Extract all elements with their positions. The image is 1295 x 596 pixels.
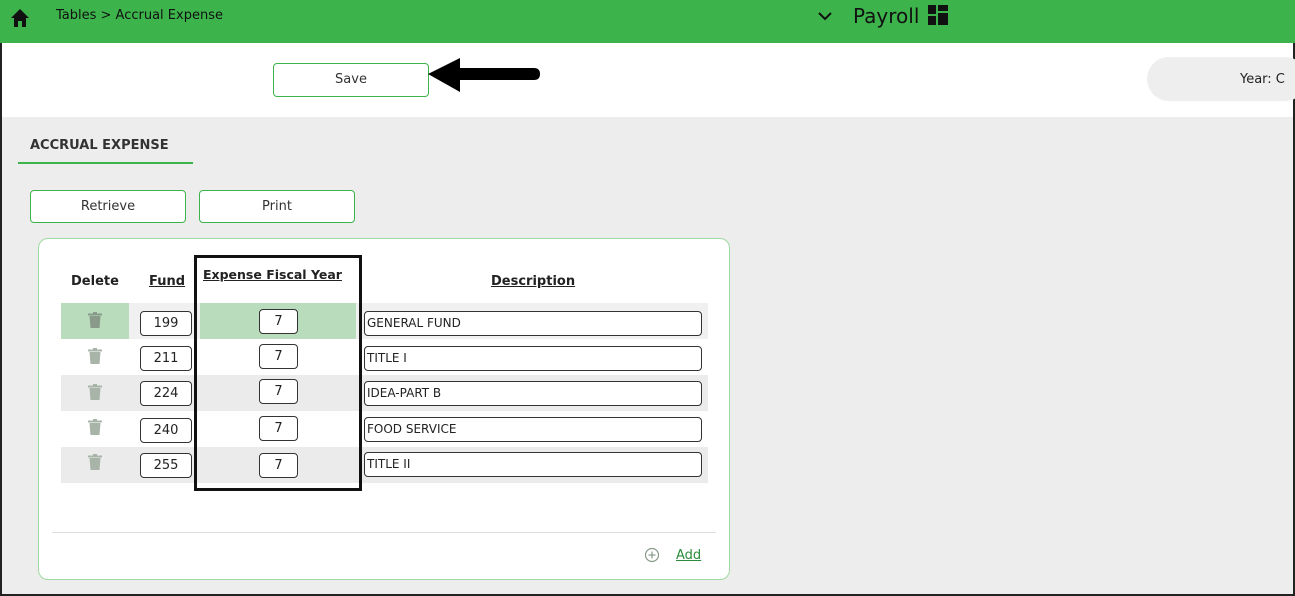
year-label: Year: C (1240, 72, 1285, 87)
col-header-fund[interactable]: Fund (149, 274, 185, 289)
description-input[interactable]: IDEA-PART B (364, 381, 702, 406)
tab-underline (18, 162, 193, 164)
arrow-annotation (428, 58, 540, 92)
grid-icon[interactable] (928, 5, 948, 25)
description-input[interactable]: FOOD SERVICE (364, 417, 702, 442)
trash-icon[interactable] (88, 384, 102, 400)
add-row-link[interactable]: Add (676, 548, 701, 563)
save-button[interactable]: Save (273, 63, 429, 97)
description-input[interactable]: GENERAL FUND (364, 311, 702, 336)
trash-icon[interactable] (88, 348, 102, 364)
fund-input[interactable]: 199 (140, 311, 192, 336)
trash-icon[interactable] (88, 312, 102, 328)
description-input[interactable]: TITLE II (364, 452, 702, 477)
home-icon[interactable] (10, 8, 30, 28)
chevron-down-icon[interactable] (818, 10, 832, 22)
toolbar (2, 43, 1293, 117)
retrieve-button[interactable]: Retrieve (30, 190, 186, 223)
panel-divider (52, 532, 716, 533)
trash-icon[interactable] (88, 419, 102, 435)
col-header-description[interactable]: Description (491, 274, 575, 289)
top-bar: Tables > Accrual Expense Payroll (0, 0, 1295, 43)
fund-input[interactable]: 255 (140, 453, 192, 478)
plus-circle-icon[interactable] (644, 547, 660, 563)
column-highlight-annotation (194, 255, 362, 491)
trash-icon[interactable] (88, 454, 102, 470)
app-title[interactable]: Payroll (853, 4, 919, 28)
fund-input[interactable]: 224 (140, 381, 192, 406)
fund-input[interactable]: 240 (140, 418, 192, 443)
fund-input[interactable]: 211 (140, 346, 192, 371)
description-input[interactable]: TITLE I (364, 346, 702, 371)
breadcrumb: Tables > Accrual Expense (56, 8, 223, 23)
print-button[interactable]: Print (199, 190, 355, 223)
col-header-delete: Delete (71, 274, 119, 289)
section-tab-accrual-expense[interactable]: ACCRUAL EXPENSE (30, 138, 169, 153)
